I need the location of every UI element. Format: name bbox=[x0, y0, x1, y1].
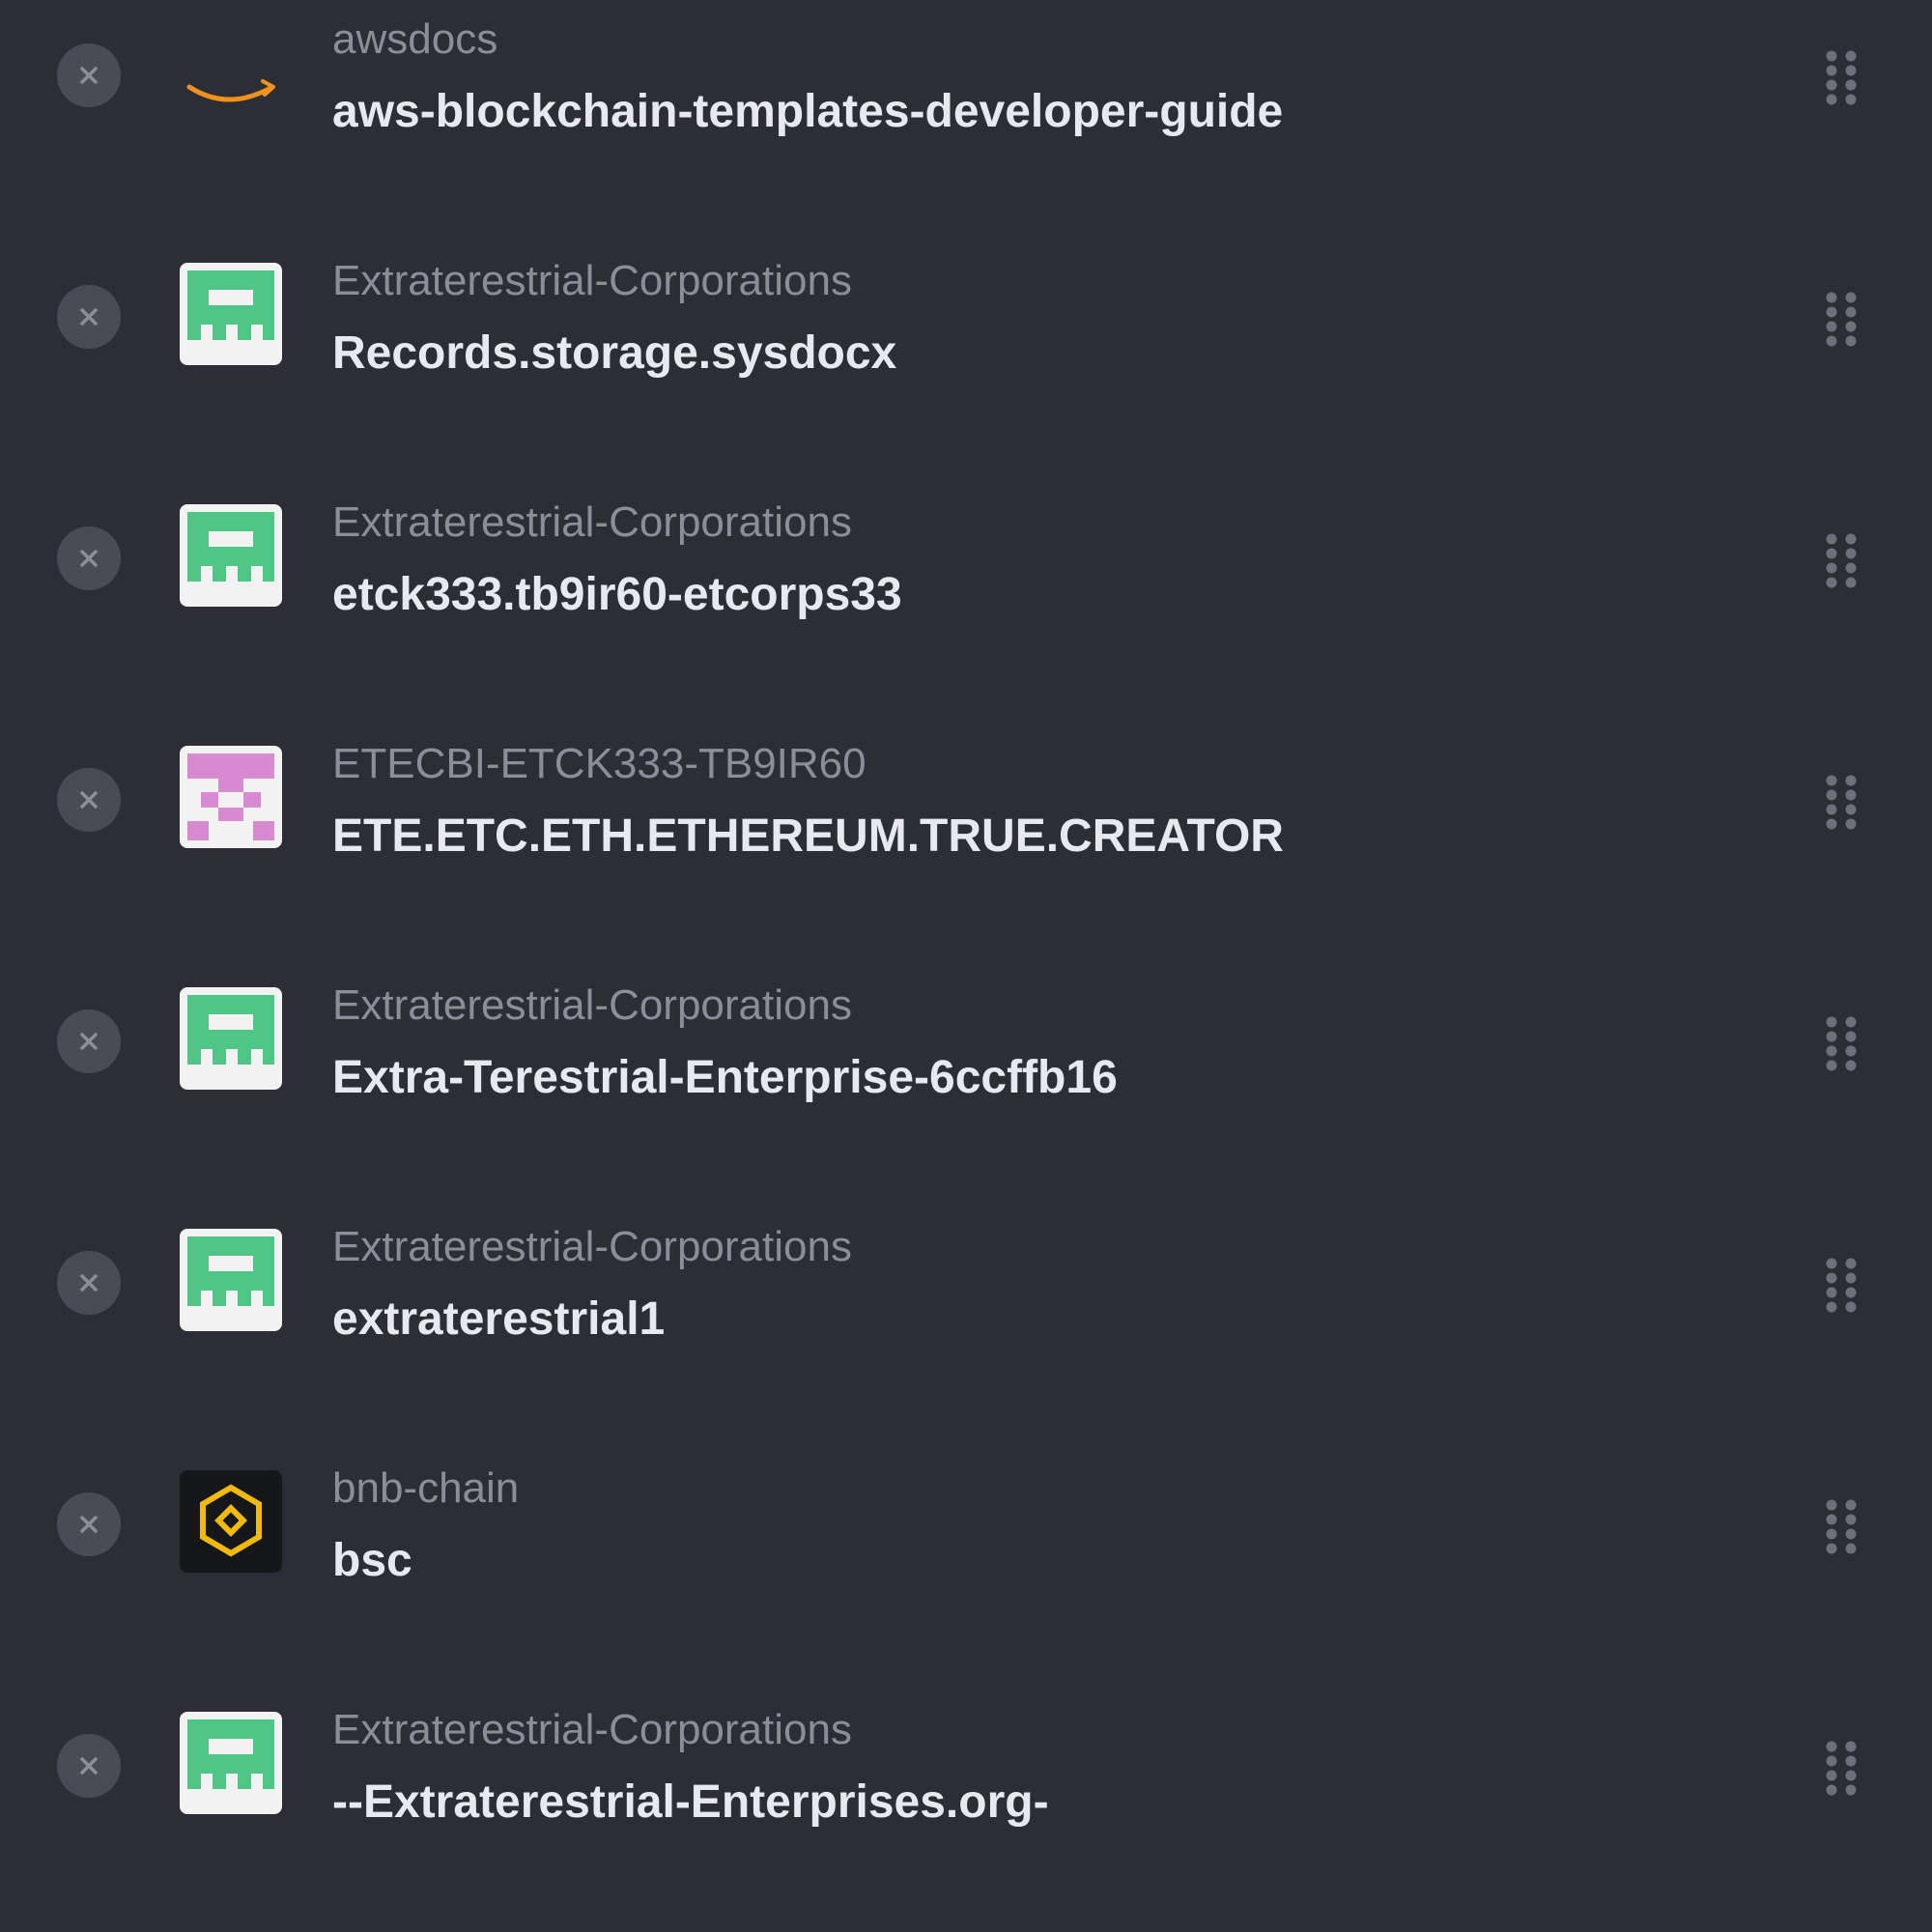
drag-handle-icon[interactable] bbox=[1822, 1738, 1861, 1798]
pink-identicon bbox=[180, 746, 282, 848]
repo-name[interactable]: --Extraterestrial-Enterprises.org- bbox=[332, 1776, 1685, 1830]
repo-owner: Extraterestrial-Corporations bbox=[332, 257, 852, 304]
bnb-chain-logo-icon bbox=[180, 1470, 282, 1573]
list-item[interactable]: Extraterestrial-Corporations Records.sto… bbox=[0, 242, 1932, 483]
green-identicon bbox=[180, 504, 282, 607]
repo-name[interactable]: extraterestrial1 bbox=[332, 1293, 1685, 1347]
list-item[interactable]: ETECBI-ETCK333-TB9IR60 ETE.ETC.ETH.ETHER… bbox=[0, 724, 1932, 966]
list-item[interactable]: Extraterestrial-Corporations --Extratere… bbox=[0, 1690, 1932, 1932]
repo-owner: bnb-chain bbox=[332, 1464, 520, 1512]
close-icon bbox=[80, 1274, 98, 1292]
amazon-logo-icon bbox=[180, 23, 282, 126]
close-icon bbox=[80, 791, 98, 809]
close-icon bbox=[80, 1516, 98, 1533]
repo-owner: Extraterestrial-Corporations bbox=[332, 498, 852, 546]
remove-button[interactable] bbox=[57, 43, 121, 107]
remove-button[interactable] bbox=[57, 526, 121, 590]
repo-owner: Extraterestrial-Corporations bbox=[332, 1223, 852, 1270]
remove-button[interactable] bbox=[57, 1009, 121, 1073]
repo-name[interactable]: aws-blockchain-templates-developer-guide bbox=[332, 85, 1685, 139]
green-identicon bbox=[180, 1712, 282, 1814]
pinned-repositories-list: awsdocs aws-blockchain-templates-develop… bbox=[0, 0, 1932, 1932]
green-identicon bbox=[180, 1229, 282, 1331]
remove-button[interactable] bbox=[57, 1734, 121, 1798]
close-icon bbox=[80, 308, 98, 326]
drag-handle-icon[interactable] bbox=[1822, 1496, 1861, 1556]
drag-handle-icon[interactable] bbox=[1822, 530, 1861, 590]
list-item[interactable]: awsdocs aws-blockchain-templates-develop… bbox=[0, 0, 1932, 242]
list-item[interactable]: Extraterestrial-Corporations extraterest… bbox=[0, 1208, 1932, 1449]
repo-name[interactable]: Records.storage.sysdocx bbox=[332, 327, 1685, 381]
close-icon bbox=[80, 1033, 98, 1050]
repo-name[interactable]: Extra-Terestrial-Enterprise-6ccffb16 bbox=[332, 1051, 1685, 1105]
repo-name[interactable]: ETE.ETC.ETH.ETHEREUM.TRUE.CREATOR bbox=[332, 810, 1685, 864]
repo-owner: Extraterestrial-Corporations bbox=[332, 1706, 852, 1753]
drag-handle-icon[interactable] bbox=[1822, 47, 1861, 107]
green-identicon bbox=[180, 987, 282, 1090]
drag-handle-icon[interactable] bbox=[1822, 772, 1861, 832]
repo-name[interactable]: bsc bbox=[332, 1534, 1685, 1588]
remove-button[interactable] bbox=[57, 768, 121, 832]
drag-handle-icon[interactable] bbox=[1822, 289, 1861, 349]
repo-owner: awsdocs bbox=[332, 15, 498, 63]
remove-button[interactable] bbox=[57, 1492, 121, 1556]
list-item[interactable]: Extraterestrial-Corporations etck333.tb9… bbox=[0, 483, 1932, 724]
repo-name[interactable]: etck333.tb9ir60-etcorps33 bbox=[332, 568, 1685, 622]
remove-button[interactable] bbox=[57, 285, 121, 349]
drag-handle-icon[interactable] bbox=[1822, 1013, 1861, 1073]
green-identicon bbox=[180, 263, 282, 365]
drag-handle-icon[interactable] bbox=[1822, 1255, 1861, 1315]
close-icon bbox=[80, 1757, 98, 1775]
repo-owner: ETECBI-ETCK333-TB9IR60 bbox=[332, 740, 867, 787]
close-icon bbox=[80, 67, 98, 84]
list-item[interactable]: bnb-chain bsc bbox=[0, 1449, 1932, 1690]
repo-owner: Extraterestrial-Corporations bbox=[332, 981, 852, 1029]
close-icon bbox=[80, 550, 98, 567]
list-item[interactable]: Extraterestrial-Corporations Extra-Teres… bbox=[0, 966, 1932, 1208]
remove-button[interactable] bbox=[57, 1251, 121, 1315]
